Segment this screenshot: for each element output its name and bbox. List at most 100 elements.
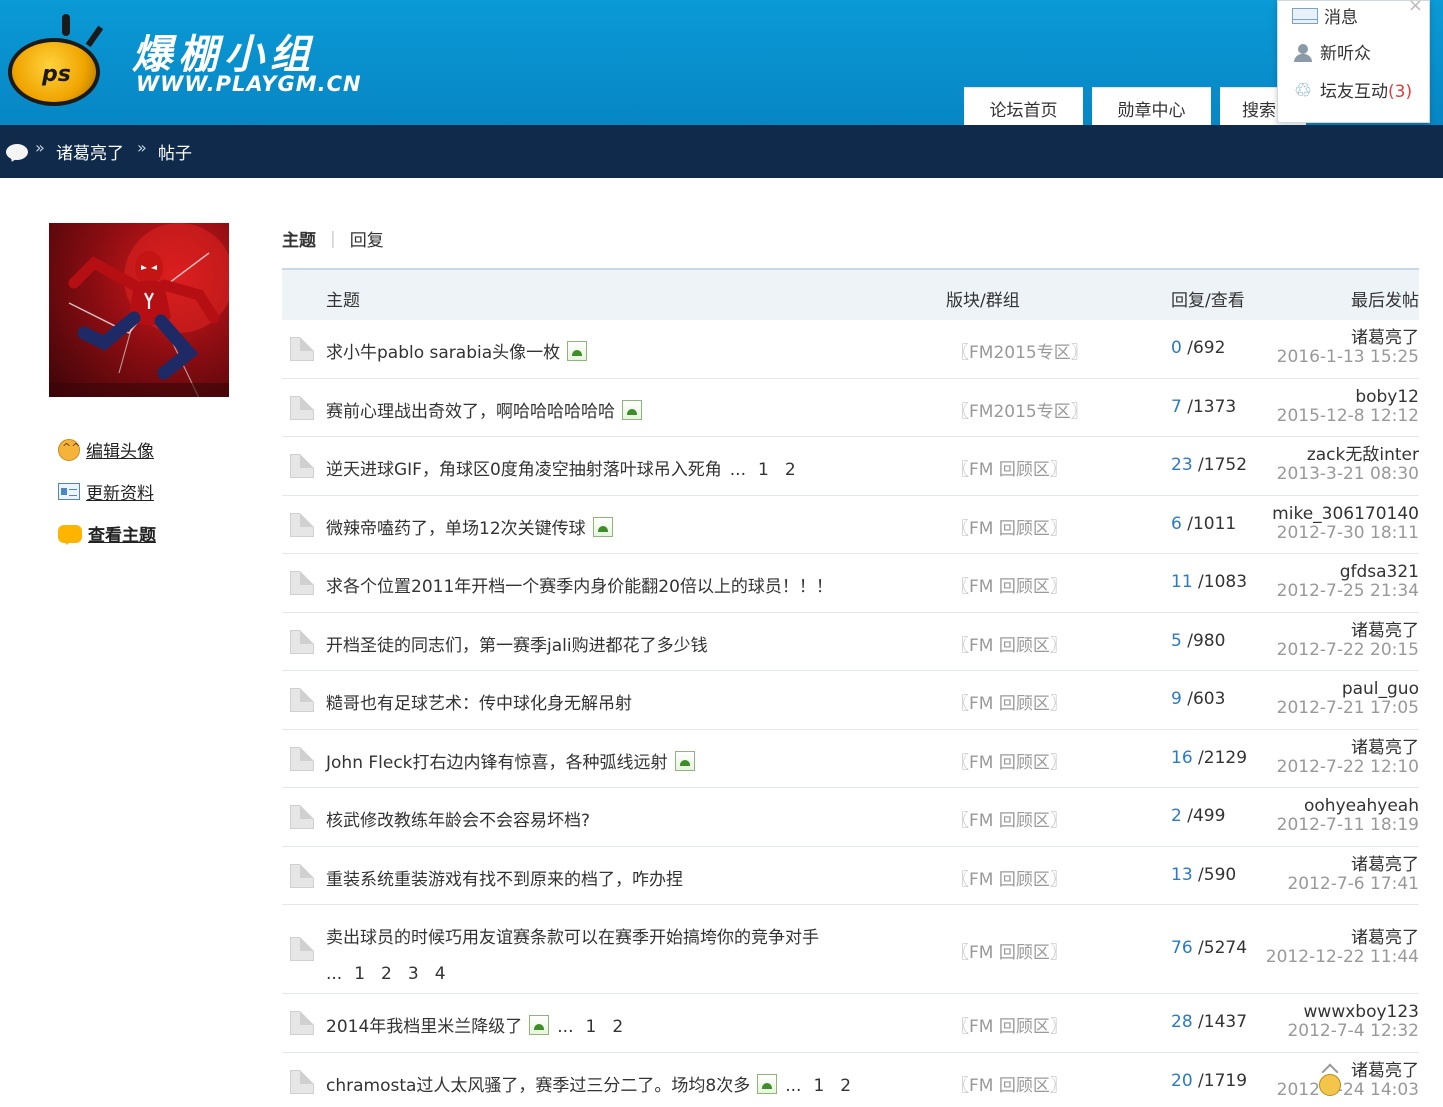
breadcrumb-user[interactable]: 诸葛亮了 [56, 139, 124, 164]
last-poster-link[interactable]: wwwxboy123 [1287, 1003, 1419, 1022]
topic-title-link[interactable]: 开档圣徒的同志们，第一赛季jali购进都花了多少钱 [326, 636, 708, 656]
topic-title-link[interactable]: 重装系统重装游戏有找不到原来的档了，咋办捏 [326, 870, 683, 890]
view-count: /980 [1187, 630, 1226, 651]
site-logo[interactable]: ps 爆棚小组 WWW.PLAYGM.CN [0, 0, 362, 125]
forum-link[interactable]: 〖FM 回顾区〗 [952, 806, 1067, 831]
page-link[interactable]: 3 [408, 964, 419, 984]
tab-topics[interactable]: 主题 [282, 226, 316, 251]
topic-title-link[interactable]: 卖出球员的时候巧用友谊赛条款可以在赛季开始搞垮你的竞争对手 [326, 928, 819, 948]
page-link[interactable]: 1 [758, 460, 769, 480]
page-link[interactable]: 1 [813, 1076, 824, 1096]
reply-view-count: 6 /1011 [1171, 514, 1236, 534]
last-poster-link[interactable]: 诸葛亮了 [1287, 855, 1419, 875]
forum-link[interactable]: 〖FM 回顾区〗 [952, 938, 1067, 963]
topic-title-link[interactable]: 逆天进球GIF，角球区0度角凌空抽射落叶球吊入死角 [326, 460, 722, 480]
view-count: /692 [1187, 338, 1226, 358]
topic-title-link[interactable]: 核武修改教练年龄会不会容易坏档? [326, 811, 590, 831]
document-icon [290, 746, 314, 771]
page-link[interactable]: 2 [785, 460, 796, 480]
reply-view-count: 5 /980 [1171, 631, 1225, 651]
avatar[interactable] [49, 223, 229, 397]
view-count: /1373 [1187, 396, 1237, 417]
page-link[interactable]: 2 [381, 964, 392, 984]
topic-title-link[interactable]: John Fleck打右边内锋有惊喜，各种弧线远射 [326, 753, 668, 773]
popup-item-new-listeners[interactable]: 新听众 [1292, 39, 1371, 64]
forum-link[interactable]: 〖FM 回顾区〗 [952, 1012, 1067, 1037]
last-poster-link[interactable]: zack无敌inter [1277, 446, 1419, 465]
forum-link[interactable]: 〖FM 回顾区〗 [952, 514, 1067, 539]
forum-link[interactable]: 〖FM 回顾区〗 [952, 631, 1067, 656]
last-poster-link[interactable]: gfdsa321 [1277, 563, 1419, 582]
popup-item-interaction[interactable]: ♲ 坛友互动(3) [1292, 77, 1412, 103]
breadcrumb-separator: » [35, 138, 45, 157]
sidebar-update-profile[interactable]: 更新资料 [58, 479, 154, 504]
reply-count: 76 [1171, 938, 1193, 958]
last-poster-link[interactable]: 诸葛亮了 [1277, 329, 1419, 348]
topic-title-link[interactable]: chramosta过人太风骚了，赛季过三分二了。场均8次多 [326, 1076, 750, 1096]
sidebar-view-topics[interactable]: 查看主题 [58, 521, 156, 546]
home-bubble-icon[interactable] [6, 144, 28, 160]
topic-title-cell: 逆天进球GIF，角球区0度角凌空抽射落叶球吊入死角... 1 2 [326, 455, 812, 480]
document-icon [290, 805, 314, 829]
last-poster-link[interactable]: 诸葛亮了 [1277, 621, 1419, 641]
popup-item-messages[interactable]: 消息 [1292, 3, 1358, 28]
topic-title-cell: 糙哥也有足球艺术：传中球化身无解吊射 [326, 689, 632, 714]
last-post-time: 2013-3-21 08:30 [1276, 464, 1419, 484]
forum-link[interactable]: 〖FM 回顾区〗 [952, 455, 1067, 480]
reply-count: 2 [1171, 806, 1182, 826]
topic-title-link[interactable]: 微辣帝嗑药了，单场12次关键传球 [326, 519, 586, 539]
reply-view-count: 0 /692 [1171, 338, 1225, 358]
reply-count: 5 [1171, 630, 1182, 651]
forum-link[interactable]: 〖FM 回顾区〗 [952, 1071, 1067, 1096]
table-row: 糙哥也有足球艺术：传中球化身无解吊射 〖FM 回顾区〗 9 /603 paul_guo… [282, 671, 1419, 730]
document-icon [290, 863, 314, 888]
sidebar-link-label: 查看主题 [88, 526, 156, 546]
forum-link[interactable]: 〖FM2015专区〗 [952, 338, 1088, 363]
page-link[interactable]: 1 [354, 964, 365, 984]
topic-title-link[interactable]: 2014年我档里米兰降级了 [326, 1017, 522, 1037]
forum-link[interactable]: 〖FM2015专区〗 [952, 397, 1088, 422]
last-poster-link[interactable]: mike_306170140 [1272, 504, 1419, 524]
reply-view-count: 28 /1437 [1171, 1012, 1247, 1032]
reply-count: 11 [1171, 572, 1193, 592]
reply-count: 28 [1171, 1012, 1193, 1032]
page-link[interactable]: 1 [585, 1017, 596, 1037]
main-nav: 论坛首页 勋章中心 搜索 [964, 87, 1306, 125]
view-count: /499 [1187, 806, 1226, 826]
topic-title-link[interactable]: 求各个位置2011年开档一个赛季内身价能翻20倍以上的球员！！！ [326, 577, 833, 597]
document-icon [290, 688, 314, 712]
reply-count: 13 [1171, 864, 1193, 885]
last-post-cell: 诸葛亮了 2012-7-22 12:10 [1277, 738, 1419, 777]
topic-title-link[interactable]: 糙哥也有足球艺术：传中球化身无解吊射 [326, 694, 632, 714]
tab-replies[interactable]: 回复 [350, 226, 384, 251]
column-header-topic: 主题 [326, 291, 360, 311]
nav-tab-medal-center[interactable]: 勋章中心 [1092, 87, 1211, 125]
forum-link[interactable]: 〖FM 回顾区〗 [952, 865, 1067, 890]
floating-mascot-icon[interactable] [1316, 1066, 1342, 1096]
document-icon [290, 937, 314, 961]
forum-link[interactable]: 〖FM 回顾区〗 [952, 748, 1067, 773]
last-poster-link[interactable]: 诸葛亮了 [1277, 738, 1419, 758]
user-icon [1292, 43, 1314, 62]
page-link[interactable]: 2 [840, 1076, 851, 1096]
nav-tab-forum-home[interactable]: 论坛首页 [964, 87, 1083, 125]
sidebar-edit-avatar[interactable]: 编辑头像 [58, 437, 154, 462]
image-attachment-icon [567, 341, 588, 361]
tab-separator: | [330, 228, 336, 249]
close-icon[interactable]: × [1408, 0, 1423, 16]
topics-table: 主题 版块/群组 回复/查看 最后发帖 求小牛pablo sarabia头像一枚… [282, 268, 1419, 1107]
topic-title-cell: chramosta过人太风骚了，赛季过三分二了。场均8次多... 1 2 [326, 1071, 867, 1096]
forum-link[interactable]: 〖FM 回顾区〗 [952, 689, 1067, 714]
logo-url: WWW.PLAYGM.CN [136, 72, 362, 96]
topic-title-link[interactable]: 赛前心理战出奇效了，啊哈哈哈哈哈哈 [326, 402, 615, 422]
page-link[interactable]: 2 [612, 1017, 623, 1037]
last-poster-link[interactable]: oohyeahyeah [1277, 797, 1419, 816]
page-link[interactable]: 4 [435, 964, 446, 984]
last-poster-link[interactable]: boby12 [1277, 387, 1419, 407]
topic-title-link[interactable]: 求小牛pablo sarabia头像一枚 [326, 343, 560, 363]
forum-link[interactable]: 〖FM 回顾区〗 [952, 572, 1067, 597]
last-poster-link[interactable]: 诸葛亮了 [1277, 1061, 1419, 1081]
last-poster-link[interactable]: 诸葛亮了 [1266, 929, 1419, 948]
table-row: 求小牛pablo sarabia头像一枚 〖FM2015专区〗 0 /692 诸葛亮了… [282, 320, 1419, 379]
last-poster-link[interactable]: paul_guo [1277, 680, 1419, 699]
